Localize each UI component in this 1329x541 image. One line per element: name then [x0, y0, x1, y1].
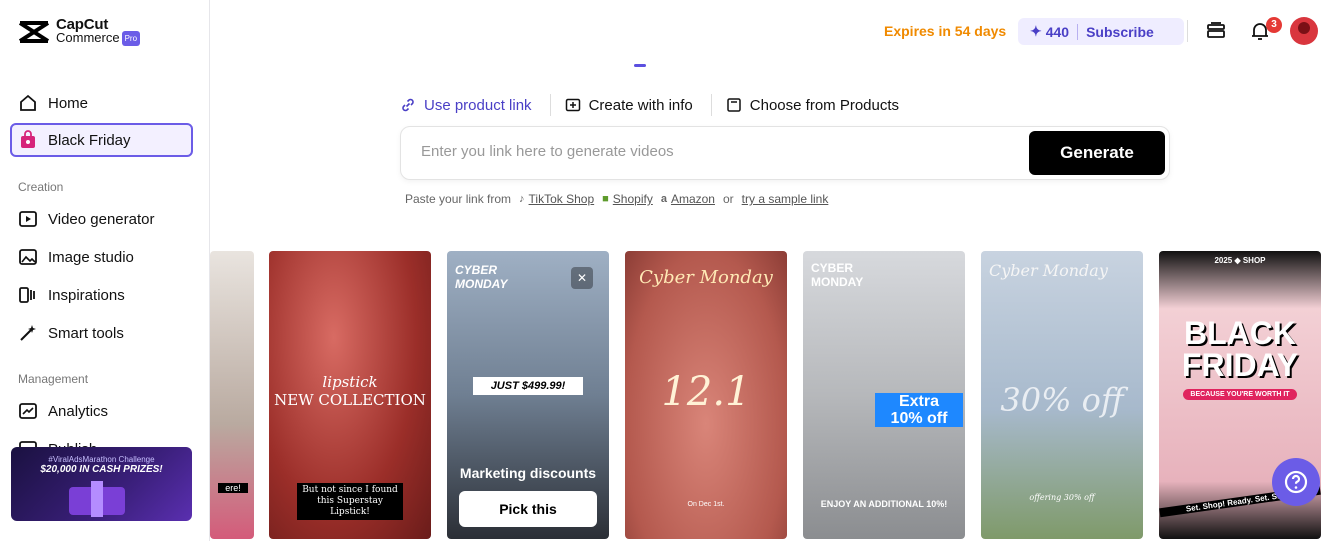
card-offer-line2: 10% off: [890, 410, 948, 427]
amazon-icon: a: [660, 193, 667, 205]
viral-ads-promo-banner[interactable]: #ViralAdsMarathon Challenge $20,000 IN C…: [11, 447, 192, 521]
sidebar-item-image-studio[interactable]: Image studio: [10, 240, 193, 274]
amazon-link[interactable]: Amazon: [671, 192, 715, 206]
card-label: Marketing discounts: [459, 465, 597, 481]
help-button[interactable]: [1272, 458, 1320, 506]
card-title: CYBER MONDAY: [455, 263, 508, 291]
card-title: lipstick: [322, 373, 378, 391]
card-tag: BECAUSE YOU'RE WORTH IT: [1183, 389, 1297, 400]
create-info-icon: [565, 98, 580, 112]
shopify-link[interactable]: Shopify: [613, 192, 653, 206]
pick-this-button[interactable]: Pick this: [459, 491, 597, 527]
card-caption: But not since I found this Superstay Lip…: [297, 483, 403, 520]
card-title: Cyber Monday: [989, 261, 1108, 280]
product-link-input[interactable]: [421, 143, 1001, 160]
generate-button[interactable]: Generate: [1029, 131, 1165, 175]
card-title-line2: FRIDAY: [1181, 347, 1299, 383]
card-caption: On Dec 1st.: [687, 501, 725, 508]
sidebar-item-label: Black Friday: [48, 131, 131, 149]
topbar-divider: [1187, 20, 1188, 42]
management-section-title: Management: [18, 372, 89, 386]
card-title: CYBER MONDAY: [811, 261, 864, 289]
pro-badge: Pro: [121, 31, 141, 46]
input-mode-tabs: Use product link Create with info Choose…: [400, 94, 917, 116]
template-card[interactable]: Cyber Monday 12.1 On Dec 1st.: [625, 251, 787, 539]
avatar[interactable]: [1290, 17, 1318, 45]
home-icon: [20, 94, 36, 111]
video-generator-icon: [19, 211, 37, 227]
card-title-line1: BLACK: [1184, 315, 1296, 351]
card-big-number: 30% off: [1000, 381, 1124, 419]
tab-label: Choose from Products: [749, 96, 900, 114]
sidebar-item-label: Video generator: [48, 210, 155, 228]
credits-subscribe-pill[interactable]: ✦ 440 Subscribe: [1018, 18, 1184, 45]
paste-prefix: Paste your link from: [405, 192, 512, 206]
card-caption: ere!: [218, 483, 248, 493]
template-card-hovered[interactable]: CYBER MONDAY ✕ JUST $499.99! Marketing d…: [447, 251, 609, 539]
capcut-logo-icon: [18, 21, 50, 43]
tab-choose-from-products[interactable]: Choose from Products: [710, 94, 917, 116]
sidebar-item-label: Analytics: [48, 402, 109, 420]
template-card[interactable]: lipstick NEW COLLECTION But not since I …: [269, 251, 431, 539]
sidebar-item-home[interactable]: Home: [10, 86, 193, 120]
sidebar-item-inspirations[interactable]: Inspirations: [10, 278, 193, 312]
link-icon: [402, 98, 414, 112]
card-offer-line1: Extra: [898, 393, 940, 410]
mute-icon[interactable]: ✕: [571, 267, 593, 289]
sidebar-item-analytics[interactable]: Analytics: [10, 394, 193, 428]
products-icon: [727, 98, 741, 112]
paste-sources: Paste your link from ♪ TikTok Shop ■ Sho…: [405, 192, 828, 206]
sidebar-item-black-friday[interactable]: Black Friday: [10, 123, 193, 157]
subscribe-button[interactable]: Subscribe: [1086, 24, 1154, 40]
promo-line2: $20,000 IN CASH PRIZES!: [40, 464, 163, 475]
card-title: BLACK FRIDAY: [1159, 317, 1321, 381]
sample-link[interactable]: try a sample link: [742, 192, 829, 206]
analytics-icon: [19, 403, 37, 419]
promo-line1: #ViralAdsMarathon Challenge: [48, 455, 155, 464]
sidebar-item-video-generator[interactable]: Video generator: [10, 202, 193, 236]
capcut-commerce-logo[interactable]: CapCut Commerce Pro: [18, 17, 141, 46]
template-card[interactable]: CYBER MONDAY Extra 10% off ENJOY AN ADDI…: [803, 251, 965, 539]
gift-ribbon: [91, 481, 103, 517]
card-offer: Extra 10% off: [875, 393, 963, 427]
tab-label: Use product link: [424, 96, 532, 114]
stack-icon[interactable]: [1205, 20, 1227, 42]
sparkle-icon: ✦: [1030, 23, 1042, 39]
smart-tools-icon: [20, 325, 36, 341]
tiktok-shop-link[interactable]: TikTok Shop: [529, 192, 595, 206]
card-price: JUST $499.99!: [473, 377, 583, 395]
link-input-box: Generate: [400, 126, 1170, 180]
template-card[interactable]: Cyber Monday 30% off offering 30% off: [981, 251, 1143, 539]
loading-indicator: [634, 64, 646, 67]
tab-use-product-link[interactable]: Use product link: [400, 94, 550, 116]
sidebar-item-label: Image studio: [48, 248, 134, 266]
sidebar-item-label: Smart tools: [48, 324, 124, 342]
tab-create-with-info[interactable]: Create with info: [549, 94, 711, 116]
sidebar: CapCut Commerce Pro Home Black Friday Cre…: [0, 0, 210, 541]
inspirations-icon: [19, 287, 35, 303]
brand-line2: Commerce: [56, 30, 120, 45]
credits-count: 440: [1045, 23, 1070, 40]
sidebar-item-label: Home: [48, 94, 89, 112]
shopping-bag-icon: [21, 130, 35, 148]
card-top-label: 2025 ◆ SHOP: [1214, 256, 1266, 265]
image-studio-icon: [19, 249, 37, 265]
template-card[interactable]: ere!: [210, 251, 254, 539]
creation-section-title: Creation: [18, 180, 64, 194]
trial-expiry-text: Expires in 54 days: [884, 23, 1007, 39]
card-caption: offering 30% off: [1029, 493, 1095, 502]
tab-label: Create with info: [588, 96, 693, 114]
notification-badge: 3: [1266, 17, 1282, 33]
tiktok-icon: ♪: [519, 193, 525, 205]
card-big-number: 12.1: [661, 369, 751, 415]
card-subtitle: NEW COLLECTION: [274, 391, 426, 409]
card-caption: ENJOY AN ADDITIONAL 10%!: [820, 499, 948, 509]
sidebar-item-label: Inspirations: [48, 286, 125, 304]
or-text: or: [722, 192, 734, 206]
sidebar-item-smart-tools[interactable]: Smart tools: [10, 316, 193, 350]
shopify-icon: ■: [602, 193, 609, 205]
card-title: Cyber Monday: [639, 267, 773, 288]
question-icon: [1284, 470, 1308, 494]
